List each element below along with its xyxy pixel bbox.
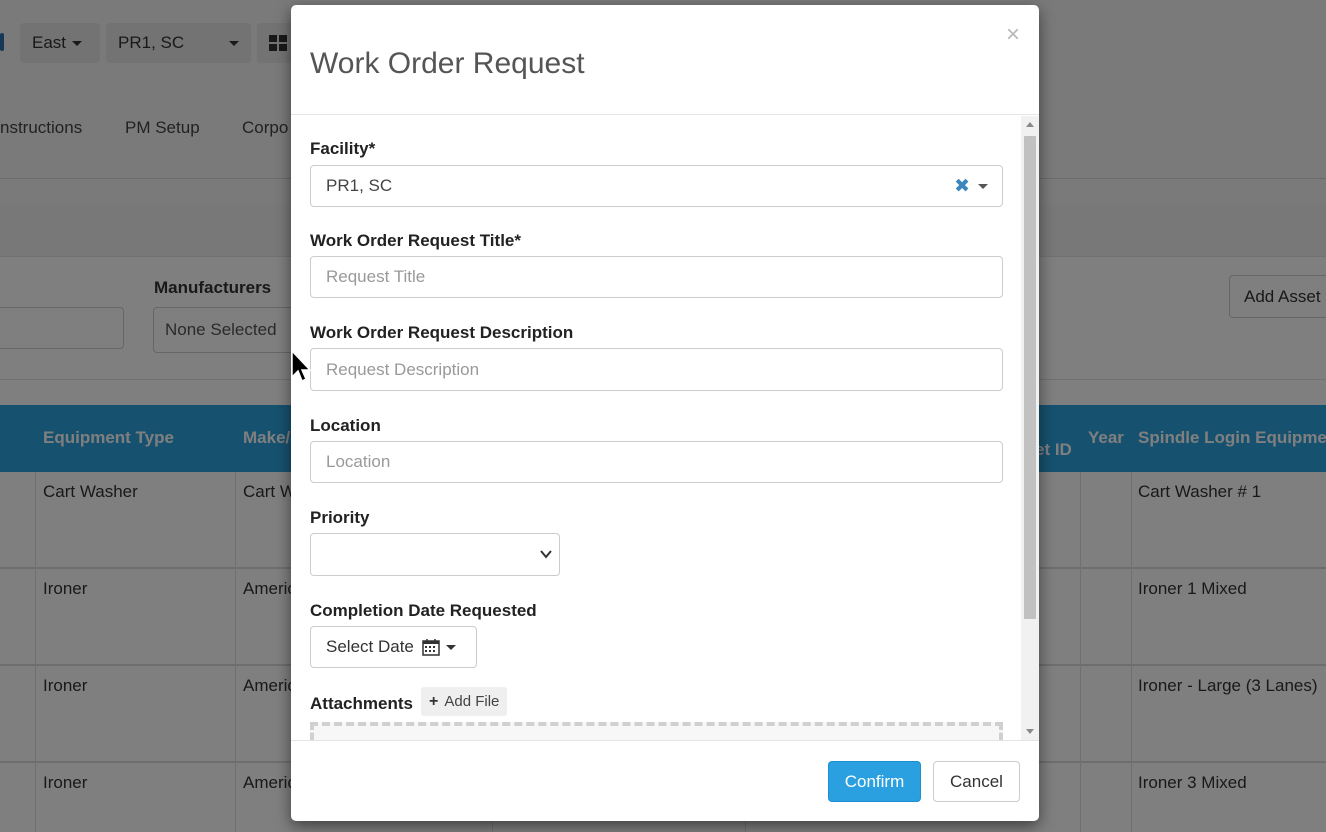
close-icon[interactable]: × — [1006, 23, 1020, 47]
caret-down-icon — [445, 644, 456, 650]
caret-down-icon[interactable] — [978, 184, 988, 189]
priority-label: Priority — [310, 508, 370, 527]
work-order-request-modal: Work Order Request × Facility* PR1, SC ✖… — [291, 5, 1039, 821]
request-description-input[interactable] — [310, 348, 1003, 391]
scrollbar-thumb[interactable] — [1024, 136, 1036, 619]
facility-select[interactable]: PR1, SC ✖ — [310, 165, 1003, 207]
add-file-label: Add File — [444, 693, 500, 710]
modal-footer: Confirm Cancel — [291, 740, 1039, 821]
completion-date-label: Completion Date Requested — [310, 601, 537, 620]
select-date-label: Select Date — [326, 637, 414, 656]
request-title-label: Work Order Request Title* — [310, 231, 521, 250]
chevron-down-icon — [540, 550, 552, 559]
confirm-button[interactable]: Confirm — [828, 761, 921, 802]
priority-select[interactable] — [310, 533, 560, 576]
cursor-icon — [291, 350, 312, 383]
facility-label: Facility* — [310, 139, 376, 158]
calendar-icon — [422, 639, 440, 656]
plus-icon: + — [429, 692, 439, 710]
cancel-button[interactable]: Cancel — [933, 761, 1020, 802]
select-date-button[interactable]: Select Date — [310, 626, 477, 668]
request-description-label: Work Order Request Description — [310, 323, 574, 342]
add-file-button[interactable]: + Add File — [421, 687, 508, 716]
modal-header: Work Order Request × — [291, 5, 1039, 115]
scroll-down-arrow-icon[interactable] — [1026, 729, 1034, 734]
modal-body[interactable]: Facility* PR1, SC ✖ Work Order Request T… — [291, 116, 1039, 740]
clear-icon[interactable]: ✖ — [954, 175, 970, 198]
facility-value: PR1, SC — [326, 176, 393, 195]
location-label: Location — [310, 416, 381, 435]
scroll-up-arrow-icon[interactable] — [1026, 122, 1034, 127]
request-title-input[interactable] — [310, 256, 1003, 298]
attachments-dropzone[interactable] — [310, 722, 1003, 740]
modal-scrollbar[interactable] — [1021, 116, 1039, 740]
attachments-label: Attachments — [310, 694, 413, 713]
modal-title: Work Order Request — [310, 47, 585, 80]
location-input[interactable] — [310, 441, 1003, 483]
